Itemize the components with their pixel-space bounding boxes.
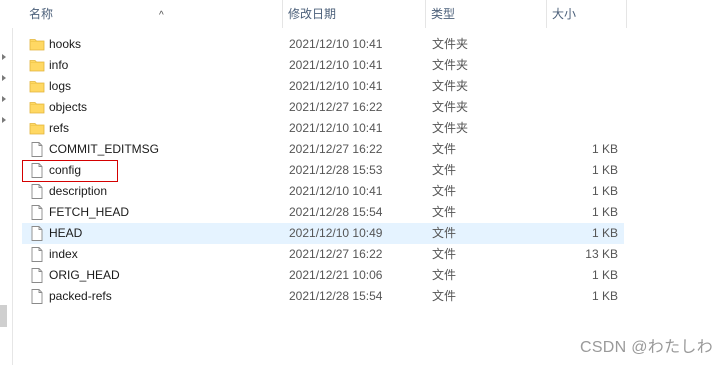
file-size: 1 KB (591, 142, 618, 156)
file-type: 文件 (432, 184, 457, 198)
file-modified-date: 2021/12/28 15:54 (289, 205, 383, 219)
navigation-pane-edge (0, 0, 13, 365)
file-modified-date: 2021/12/10 10:41 (289, 37, 383, 51)
file-type: 文件夹 (432, 100, 469, 114)
expand-arrow-icon[interactable] (2, 54, 6, 60)
file-name: packed-refs (49, 289, 112, 303)
file-row[interactable]: description 2021/12/10 10:41 文件 1 KB (22, 181, 624, 202)
expand-arrow-icon[interactable] (2, 117, 6, 123)
file-size (542, 118, 618, 139)
file-type: 文件夹 (432, 79, 469, 93)
expand-arrow-icon[interactable] (2, 75, 6, 81)
file-name: FETCH_HEAD (49, 205, 130, 219)
file-icon (29, 183, 45, 200)
file-size: 1 KB (591, 268, 618, 282)
file-type: 文件 (432, 226, 457, 240)
file-row[interactable]: ORIG_HEAD 2021/12/21 10:06 文件 1 KB (22, 265, 624, 286)
file-type: 文件 (432, 247, 457, 261)
file-type: 文件夹 (432, 37, 469, 51)
file-icon (29, 225, 45, 242)
file-size (542, 34, 618, 55)
file-type: 文件夹 (432, 121, 469, 135)
file-type: 文件 (432, 289, 457, 303)
column-name-label: 名称 (29, 7, 54, 21)
file-name: info (49, 58, 69, 72)
file-row[interactable]: packed-refs 2021/12/28 15:54 文件 1 KB (22, 286, 624, 307)
file-name: ORIG_HEAD (49, 268, 120, 282)
file-modified-date: 2021/12/10 10:49 (289, 226, 383, 240)
file-modified-date: 2021/12/28 15:53 (289, 163, 383, 177)
file-row[interactable]: FETCH_HEAD 2021/12/28 15:54 文件 1 KB (22, 202, 624, 223)
column-header-modified[interactable]: 修改日期 (283, 0, 426, 28)
folder-icon (29, 120, 45, 137)
file-modified-date: 2021/12/21 10:06 (289, 268, 383, 282)
sort-ascending-icon: ^ (159, 10, 164, 21)
file-name: logs (49, 79, 72, 93)
folder-icon (29, 36, 45, 53)
file-icon (29, 267, 45, 284)
expand-arrow-icon[interactable] (2, 96, 6, 102)
file-name: index (49, 247, 78, 261)
file-type: 文件 (432, 163, 457, 177)
file-row[interactable]: objects 2021/12/27 16:22 文件夹 (22, 97, 624, 118)
file-row[interactable]: info 2021/12/10 10:41 文件夹 (22, 55, 624, 76)
file-icon (29, 204, 45, 221)
file-name: COMMIT_EDITMSG (49, 142, 159, 156)
file-name: refs (49, 121, 70, 135)
folder-icon (29, 57, 45, 74)
file-name: hooks (49, 37, 82, 51)
folder-icon (29, 78, 45, 95)
file-modified-date: 2021/12/10 10:41 (289, 121, 383, 135)
file-size: 1 KB (591, 184, 618, 198)
file-icon (29, 246, 45, 263)
column-header-size[interactable]: 大小 (547, 0, 627, 28)
file-row[interactable]: hooks 2021/12/10 10:41 文件夹 (22, 34, 624, 55)
file-modified-date: 2021/12/10 10:41 (289, 79, 383, 93)
file-size: 1 KB (591, 205, 618, 219)
file-modified-date: 2021/12/27 16:22 (289, 142, 383, 156)
folder-icon (29, 99, 45, 116)
file-row[interactable]: index 2021/12/27 16:22 文件 13 KB (22, 244, 624, 265)
file-modified-date: 2021/12/27 16:22 (289, 247, 383, 261)
column-type-label: 类型 (431, 7, 456, 21)
file-size (542, 97, 618, 118)
file-type: 文件 (432, 142, 457, 156)
scrollbar-thumb[interactable] (0, 305, 7, 327)
file-size (542, 55, 618, 76)
file-size: 1 KB (591, 163, 618, 177)
file-modified-date: 2021/12/28 15:54 (289, 289, 383, 303)
file-type: 文件夹 (432, 58, 469, 72)
file-type: 文件 (432, 268, 457, 282)
file-name: description (49, 184, 108, 198)
file-name: HEAD (49, 226, 83, 240)
column-header-name[interactable]: 名称 ^ (24, 0, 283, 28)
column-header-type[interactable]: 类型 (426, 0, 547, 28)
column-modified-label: 修改日期 (288, 7, 337, 21)
file-modified-date: 2021/12/27 16:22 (289, 100, 383, 114)
file-icon (29, 141, 45, 158)
file-icon (29, 288, 45, 305)
watermark: CSDN @わたしわ (579, 339, 713, 356)
column-size-label: 大小 (552, 7, 577, 21)
file-size: 1 KB (591, 289, 618, 303)
file-row[interactable]: COMMIT_EDITMSG 2021/12/27 16:22 文件 1 KB (22, 139, 624, 160)
file-size (542, 76, 618, 97)
file-name: objects (49, 100, 88, 114)
annotation-highlight-box (22, 160, 118, 182)
file-row[interactable]: logs 2021/12/10 10:41 文件夹 (22, 76, 624, 97)
file-size: 1 KB (591, 226, 618, 240)
file-row[interactable]: HEAD 2021/12/10 10:49 文件 1 KB (22, 223, 624, 244)
file-size: 13 KB (585, 247, 618, 261)
file-modified-date: 2021/12/10 10:41 (289, 58, 383, 72)
file-row[interactable]: refs 2021/12/10 10:41 文件夹 (22, 118, 624, 139)
column-header: 名称 ^ 修改日期 类型 大小 (12, 0, 725, 28)
file-type: 文件 (432, 205, 457, 219)
file-modified-date: 2021/12/10 10:41 (289, 184, 383, 198)
